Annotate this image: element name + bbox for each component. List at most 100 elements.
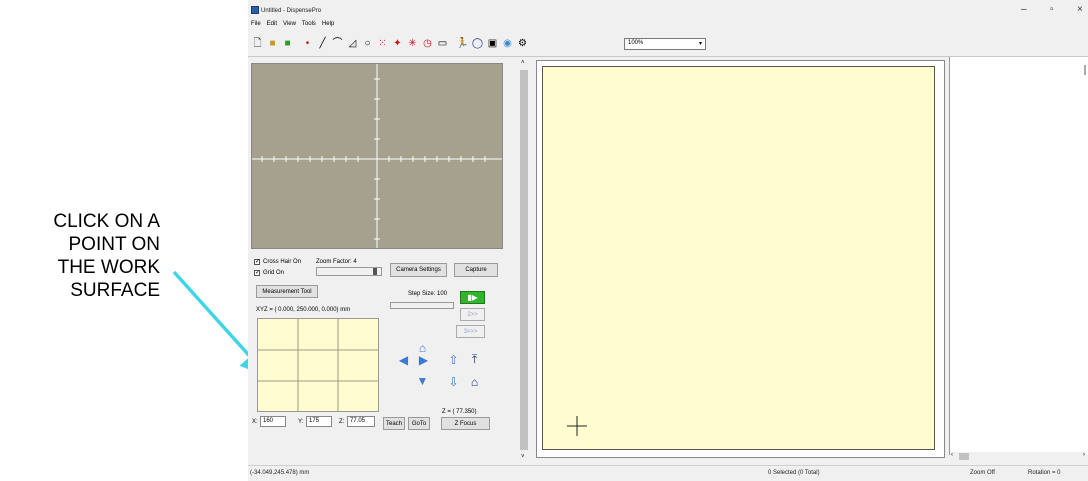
step-3-label: 3: [463, 328, 467, 335]
scroll-up-icon[interactable]: ˄: [521, 60, 525, 66]
zoom-factor-readout: Zoom Factor: 4: [316, 259, 357, 265]
scrollbar-thumb[interactable]: [520, 70, 528, 450]
dot-array-icon[interactable]: ⁙: [376, 37, 389, 51]
z-field[interactable]: 77.05: [347, 416, 375, 427]
z-readout: Z = ( 77.350): [442, 409, 477, 415]
status-selection: 0 Selected (0 Total): [768, 470, 820, 476]
grid-checkbox-row[interactable]: ✓ Grid On: [254, 270, 284, 276]
ring-icon[interactable]: ◯: [471, 37, 484, 51]
z-up-icon[interactable]: ⇧: [446, 352, 461, 367]
crosshair-overlay: [252, 64, 502, 248]
y-label: Y:: [298, 419, 304, 425]
goto-button[interactable]: GoTo: [408, 417, 430, 430]
capture-button[interactable]: Capture: [454, 263, 498, 277]
polyline-tool-icon[interactable]: ◿: [346, 37, 359, 51]
work-surface-canvas[interactable]: [542, 66, 935, 450]
xyz-readout: XYZ = ( 0.000, 250.000, 0.000) mm: [256, 307, 351, 313]
menu-view[interactable]: View: [283, 21, 296, 31]
step-size-value: 100: [437, 291, 448, 297]
home-icon[interactable]: ⌂: [467, 374, 482, 389]
step-2-button[interactable]: 2 >>: [460, 308, 485, 321]
zfocus-button[interactable]: Z Focus: [441, 417, 490, 430]
annotation-line: SURFACE: [70, 280, 160, 301]
settings-gear-icon[interactable]: ⚙: [516, 37, 529, 51]
new-file-icon[interactable]: 🗋: [251, 37, 264, 51]
step-1-button[interactable]: ▮▶: [460, 291, 485, 304]
grid-checkbox[interactable]: ✓: [254, 270, 260, 276]
status-zoom: Zoom Off: [970, 470, 995, 476]
minimap-grid: [258, 319, 378, 411]
work-surface-minimap[interactable]: [257, 318, 379, 412]
slider-handle[interactable]: [373, 268, 377, 275]
minimize-button[interactable]: –: [1021, 4, 1027, 15]
fiducial-icon[interactable]: ✦: [391, 37, 404, 51]
camera-view[interactable]: [251, 63, 503, 249]
window-title: Untitled - DispensePro: [261, 8, 322, 14]
zoom-factor-label: Zoom Factor:: [316, 259, 352, 265]
hscroll-thumb[interactable]: [959, 453, 969, 460]
annotation-text: CLICK ON A POINT ON THE WORK SURFACE: [6, 210, 160, 302]
close-button[interactable]: ×: [1077, 4, 1083, 15]
step-size-readout: Step Size: 100: [408, 291, 447, 297]
grid-label: Grid On: [263, 270, 285, 276]
jog-left-icon[interactable]: ◀: [396, 352, 411, 367]
properties-pane: [949, 57, 1088, 455]
step-3-button[interactable]: 3 >>>: [456, 325, 485, 338]
annotation-line: THE WORK: [57, 257, 160, 278]
timer-icon[interactable]: ◷: [421, 37, 434, 51]
y-field[interactable]: 175: [306, 416, 332, 427]
teach-button[interactable]: Teach: [383, 417, 405, 430]
zoom-dropdown[interactable]: 100% ▾: [624, 38, 706, 50]
z-down-icon[interactable]: ⇩: [446, 374, 461, 389]
jog-right-icon[interactable]: ▶: [416, 352, 431, 367]
annotation-line: CLICK ON A: [53, 211, 160, 232]
camera-settings-button[interactable]: Camera Settings: [390, 263, 447, 277]
jog-down-icon[interactable]: ▼: [415, 373, 430, 388]
point-tool-icon[interactable]: •: [301, 37, 314, 51]
zoom-factor-slider[interactable]: [316, 267, 382, 276]
toolbar: 🗋 ■ ■ • ╱ ⌒ ◿ ○ ⁙ ✦ ✳ ◷ ▭ 🏃 ◯ ▣ ◉ ⚙: [251, 34, 529, 54]
save-folder-icon[interactable]: ■: [281, 37, 294, 51]
measurement-tool-button[interactable]: Measurement Tool: [256, 285, 318, 298]
step-size-label: Step Size:: [408, 291, 436, 297]
z-label: Z:: [339, 419, 345, 425]
run-icon[interactable]: 🏃: [456, 37, 469, 51]
annotation-line: POINT ON: [68, 234, 161, 255]
chevron-down-icon: ▾: [698, 41, 702, 47]
crosshair-label: Cross Hair On: [263, 259, 302, 265]
line-tool-icon[interactable]: ╱: [316, 37, 329, 51]
zoom-factor-value: 4: [353, 259, 357, 265]
scroll-right-icon[interactable]: ›: [1083, 452, 1085, 458]
app-window: Untitled - DispensePro – ▫ × File Edit V…: [248, 0, 1088, 481]
step-size-slider[interactable]: [390, 302, 454, 309]
scroll-down-icon[interactable]: ˅: [521, 454, 525, 460]
right-pane-hscroll[interactable]: ‹ ›: [951, 452, 1086, 461]
menu-tools[interactable]: Tools: [302, 21, 316, 31]
scroll-left-icon[interactable]: ‹: [951, 452, 953, 458]
layer-icon[interactable]: ▭: [436, 37, 449, 51]
x-label: X:: [252, 419, 258, 425]
wireless-icon[interactable]: ◉: [501, 37, 514, 51]
menu-file[interactable]: File: [251, 21, 261, 31]
status-position: (-34.049,245.478) mm: [250, 470, 310, 476]
status-divider: [248, 465, 1088, 466]
open-folder-icon[interactable]: ■: [266, 37, 279, 51]
x-field[interactable]: 160: [260, 416, 286, 427]
zoom-value: 100%: [628, 40, 644, 46]
camera-icon[interactable]: ▣: [486, 37, 499, 51]
app-icon: [251, 6, 259, 14]
crosshair-checkbox-row[interactable]: ✓ Cross Hair On: [254, 259, 301, 265]
menu-edit[interactable]: Edit: [267, 21, 277, 31]
step-2-label: 2: [467, 311, 471, 318]
cursor-crosshair: [567, 416, 587, 436]
menu-bar: File Edit View Tools Help: [251, 21, 334, 31]
circle-tool-icon[interactable]: ○: [361, 37, 374, 51]
arc-tool-icon[interactable]: ⌒: [331, 37, 344, 51]
mark-icon[interactable]: ✳: [406, 37, 419, 51]
maximize-button[interactable]: ▫: [1050, 4, 1054, 15]
menu-help[interactable]: Help: [322, 21, 334, 31]
pane-scroll-indicator: [1084, 65, 1086, 75]
crosshair-checkbox[interactable]: ✓: [254, 259, 260, 265]
left-panel-scrollbar[interactable]: ˄ ˅: [519, 58, 529, 464]
z-top-icon[interactable]: ⤒: [467, 352, 482, 367]
